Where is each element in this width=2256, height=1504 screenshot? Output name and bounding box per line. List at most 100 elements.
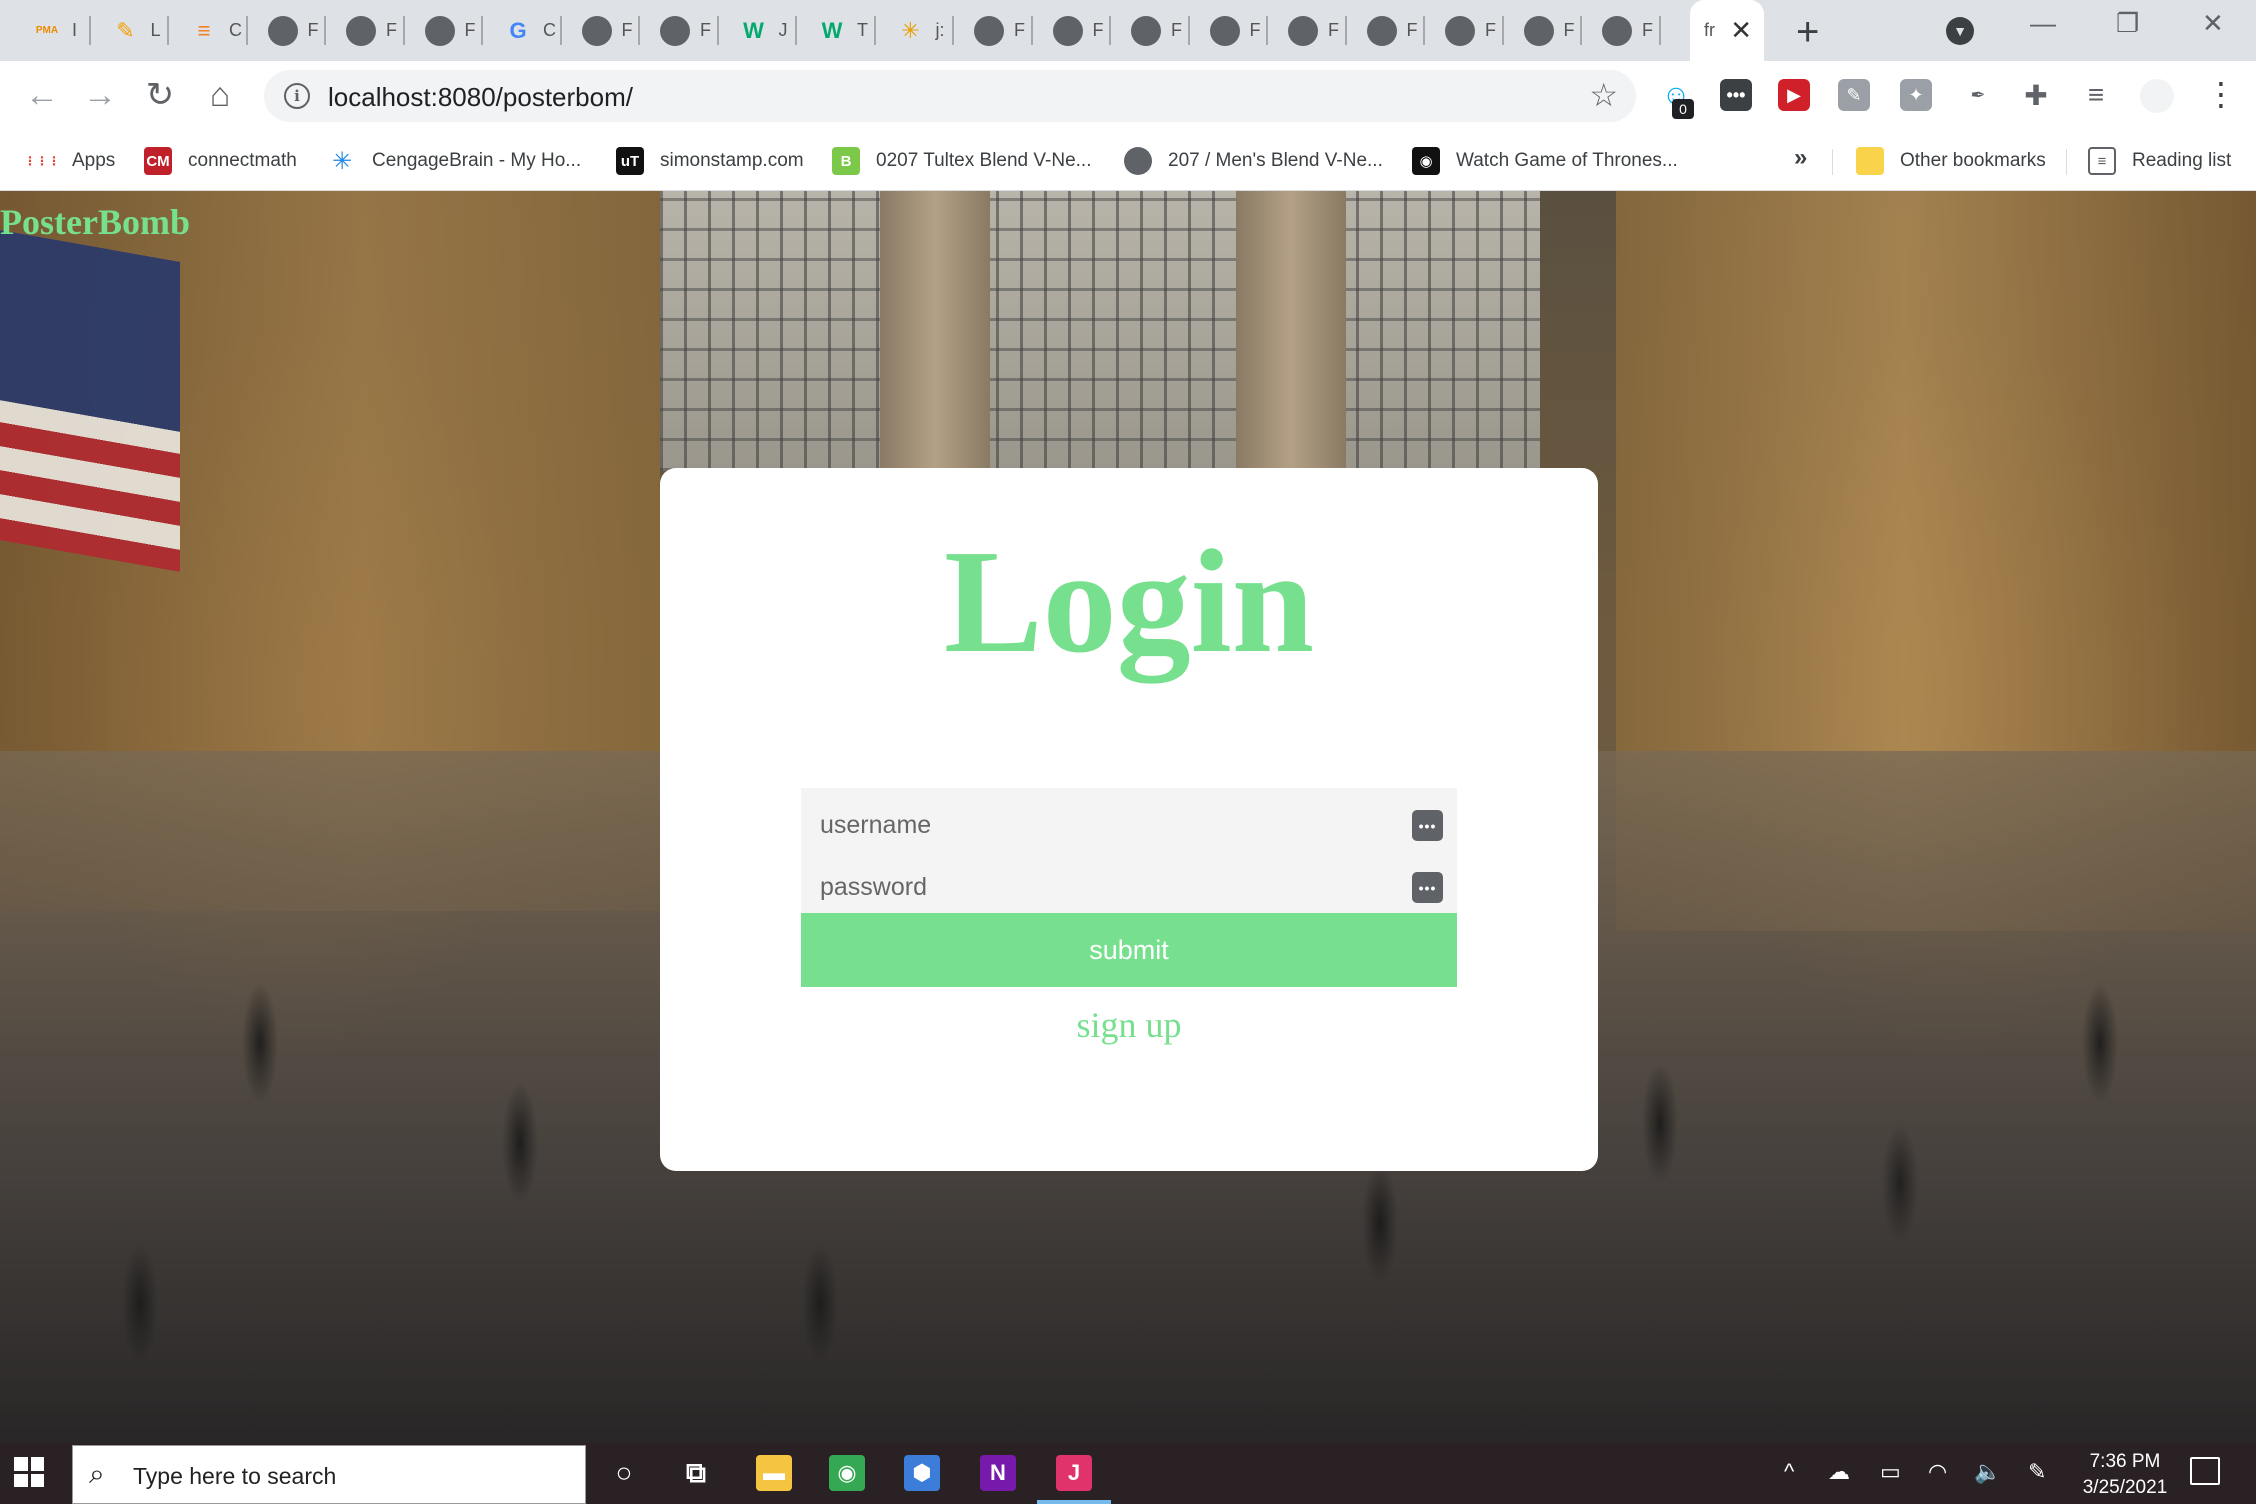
- globe-icon: [1445, 15, 1475, 46]
- tab-3[interactable]: F: [248, 0, 326, 61]
- search-icon: ⌕: [89, 1458, 105, 1489]
- profile-avatar[interactable]: [2140, 79, 2174, 113]
- intellij-icon[interactable]: J: [1056, 1455, 1092, 1491]
- tab-1[interactable]: ✎ L: [91, 0, 169, 61]
- brand-logo[interactable]: PosterBomb: [0, 201, 190, 243]
- tab-18[interactable]: F: [1425, 0, 1504, 61]
- address-bar[interactable]: i localhost:8080/posterbom/ ☆: [264, 70, 1636, 122]
- cortana-icon[interactable]: ○: [606, 1455, 642, 1491]
- eyedropper-extension-icon[interactable]: ✒: [1962, 79, 1994, 111]
- taskbar-clock[interactable]: 7:36 PM 3/25/2021: [2070, 1449, 2180, 1501]
- tab-separator: [1580, 16, 1582, 45]
- bookmark-item[interactable]: ◉ Watch Game of Thrones...: [1412, 141, 1678, 181]
- wifi-icon[interactable]: ◠: [1928, 1459, 1947, 1485]
- minimize-button[interactable]: —: [2030, 8, 2056, 39]
- tab-separator: [245, 16, 248, 45]
- puzzle-extensions-icon[interactable]: ✚: [2020, 79, 2052, 111]
- password-manager-icon[interactable]: •••: [1412, 810, 1443, 841]
- chrome-icon[interactable]: ◉: [829, 1455, 865, 1491]
- tab-label: F: [1249, 20, 1261, 40]
- bookmark-item[interactable]: 207 / Men's Blend V-Ne...: [1124, 141, 1383, 181]
- media-queue-icon[interactable]: ≡: [2080, 79, 2112, 111]
- tab-5[interactable]: F: [405, 0, 483, 61]
- bookmark-item[interactable]: uT simonstamp.com: [616, 141, 804, 181]
- notification-center-icon[interactable]: [2190, 1457, 2220, 1485]
- rewind-extension-icon[interactable]: ▶: [1778, 79, 1810, 111]
- tab-15[interactable]: F: [1190, 0, 1268, 61]
- bookmark-label: Watch Game of Thrones...: [1456, 150, 1678, 171]
- restore-button[interactable]: ❐: [2116, 8, 2139, 39]
- bookmarks-overflow-button[interactable]: »: [1794, 144, 1807, 172]
- tab-13[interactable]: F: [1033, 0, 1111, 61]
- active-app-indicator: [1037, 1500, 1111, 1504]
- tab-16[interactable]: F: [1268, 0, 1347, 61]
- tab-separator: [1030, 16, 1033, 45]
- tab-label: F: [386, 20, 397, 40]
- bookmark-item[interactable]: CM connectmath: [144, 141, 297, 181]
- tab-17[interactable]: F: [1347, 0, 1425, 61]
- tab-6[interactable]: GC: [483, 0, 562, 61]
- tab-4[interactable]: F: [326, 0, 405, 61]
- battery-icon[interactable]: ▭: [1880, 1459, 1901, 1485]
- sign-up-link[interactable]: sign up: [660, 1004, 1598, 1046]
- browser-menu-icon[interactable]: ⋮: [2205, 75, 2237, 113]
- tab-2[interactable]: ≡ C: [169, 0, 248, 61]
- windows-start-icon[interactable]: [14, 1457, 44, 1487]
- pen-workspace-icon[interactable]: ✎: [2028, 1459, 2046, 1485]
- new-tab-button[interactable]: +: [1796, 10, 1819, 55]
- tab-14[interactable]: F: [1111, 0, 1190, 61]
- bookmark-star-icon[interactable]: ☆: [1589, 76, 1618, 114]
- tab-active[interactable]: fr ✕: [1690, 0, 1764, 61]
- tab-label: F: [1406, 20, 1418, 40]
- globe-icon: [267, 15, 298, 46]
- file-explorer-icon[interactable]: ▬: [756, 1455, 792, 1491]
- apps-grid-icon: ⋮⋮⋮: [24, 154, 60, 168]
- edit-extension-icon[interactable]: ✎: [1838, 79, 1870, 111]
- globe-icon: [1288, 15, 1318, 46]
- app-cube-icon[interactable]: ⬢: [904, 1455, 940, 1491]
- pin-extension-icon[interactable]: ✦: [1900, 79, 1932, 111]
- tab-11[interactable]: ✳ j:: [876, 0, 954, 61]
- tab-12[interactable]: F: [954, 0, 1033, 61]
- dots-extension-icon[interactable]: •••: [1720, 79, 1752, 111]
- tab-label: F: [307, 20, 319, 40]
- other-bookmarks[interactable]: Other bookmarks: [1856, 141, 2046, 181]
- back-button[interactable]: ←: [20, 73, 64, 117]
- tab-separator: [1501, 16, 1504, 45]
- tab-search-icon[interactable]: ▼: [1946, 17, 1974, 45]
- volume-icon[interactable]: 🔈: [1974, 1459, 2001, 1485]
- forward-button[interactable]: →: [78, 73, 122, 117]
- password-manager-icon[interactable]: •••: [1412, 872, 1443, 903]
- tab-8[interactable]: F: [640, 0, 719, 61]
- globe-icon: [1602, 15, 1632, 46]
- reload-button[interactable]: ↻: [138, 73, 182, 117]
- reading-list[interactable]: ≡ Reading list: [2088, 141, 2231, 181]
- tab-separator: [873, 16, 876, 45]
- tab-label: j:: [935, 20, 945, 40]
- onenote-icon[interactable]: N: [980, 1455, 1016, 1491]
- taskbar-search-box[interactable]: ⌕ Type here to search: [72, 1445, 586, 1504]
- tab-9[interactable]: WJ: [719, 0, 797, 61]
- tab-0[interactable]: PMA I: [12, 0, 91, 61]
- close-window-button[interactable]: ✕: [2202, 8, 2224, 39]
- address-url[interactable]: localhost:8080/posterbom/: [328, 82, 633, 113]
- tray-overflow-icon[interactable]: ^: [1784, 1459, 1794, 1485]
- globe-icon: [1052, 15, 1083, 46]
- submit-button[interactable]: submit: [801, 913, 1457, 987]
- tab-10[interactable]: WT: [797, 0, 876, 61]
- tab-20[interactable]: F: [1582, 0, 1661, 61]
- tab-label: T: [857, 20, 868, 40]
- tab-close-icon[interactable]: ✕: [1730, 15, 1752, 46]
- browser-tab-strip: F F F F F F F F F ✳ j: W T W J F F G C F F F ≡ C ✎ L PMA I fr ✕ + ▼…: [0, 0, 2256, 61]
- google-icon: G: [509, 17, 527, 43]
- windows-taskbar: ⌕ Type here to search ○ ⧉ ▬ ◉ ⬢ N J ^ ☁ ▭ ◠ 🔈 …: [0, 1443, 2256, 1504]
- bookmark-item[interactable]: ⋮⋮⋮ Apps: [24, 141, 115, 181]
- bookmark-item[interactable]: B 0207 Tultex Blend V-Ne...: [832, 141, 1091, 181]
- site-info-icon[interactable]: i: [284, 83, 310, 109]
- bookmark-item[interactable]: ✳ CengageBrain - My Ho...: [328, 141, 581, 181]
- home-button[interactable]: ⌂: [198, 73, 242, 117]
- tab-7[interactable]: F: [562, 0, 640, 61]
- task-view-icon[interactable]: ⧉: [678, 1455, 714, 1491]
- onedrive-icon[interactable]: ☁: [1828, 1459, 1850, 1485]
- tab-19[interactable]: F: [1504, 0, 1582, 61]
